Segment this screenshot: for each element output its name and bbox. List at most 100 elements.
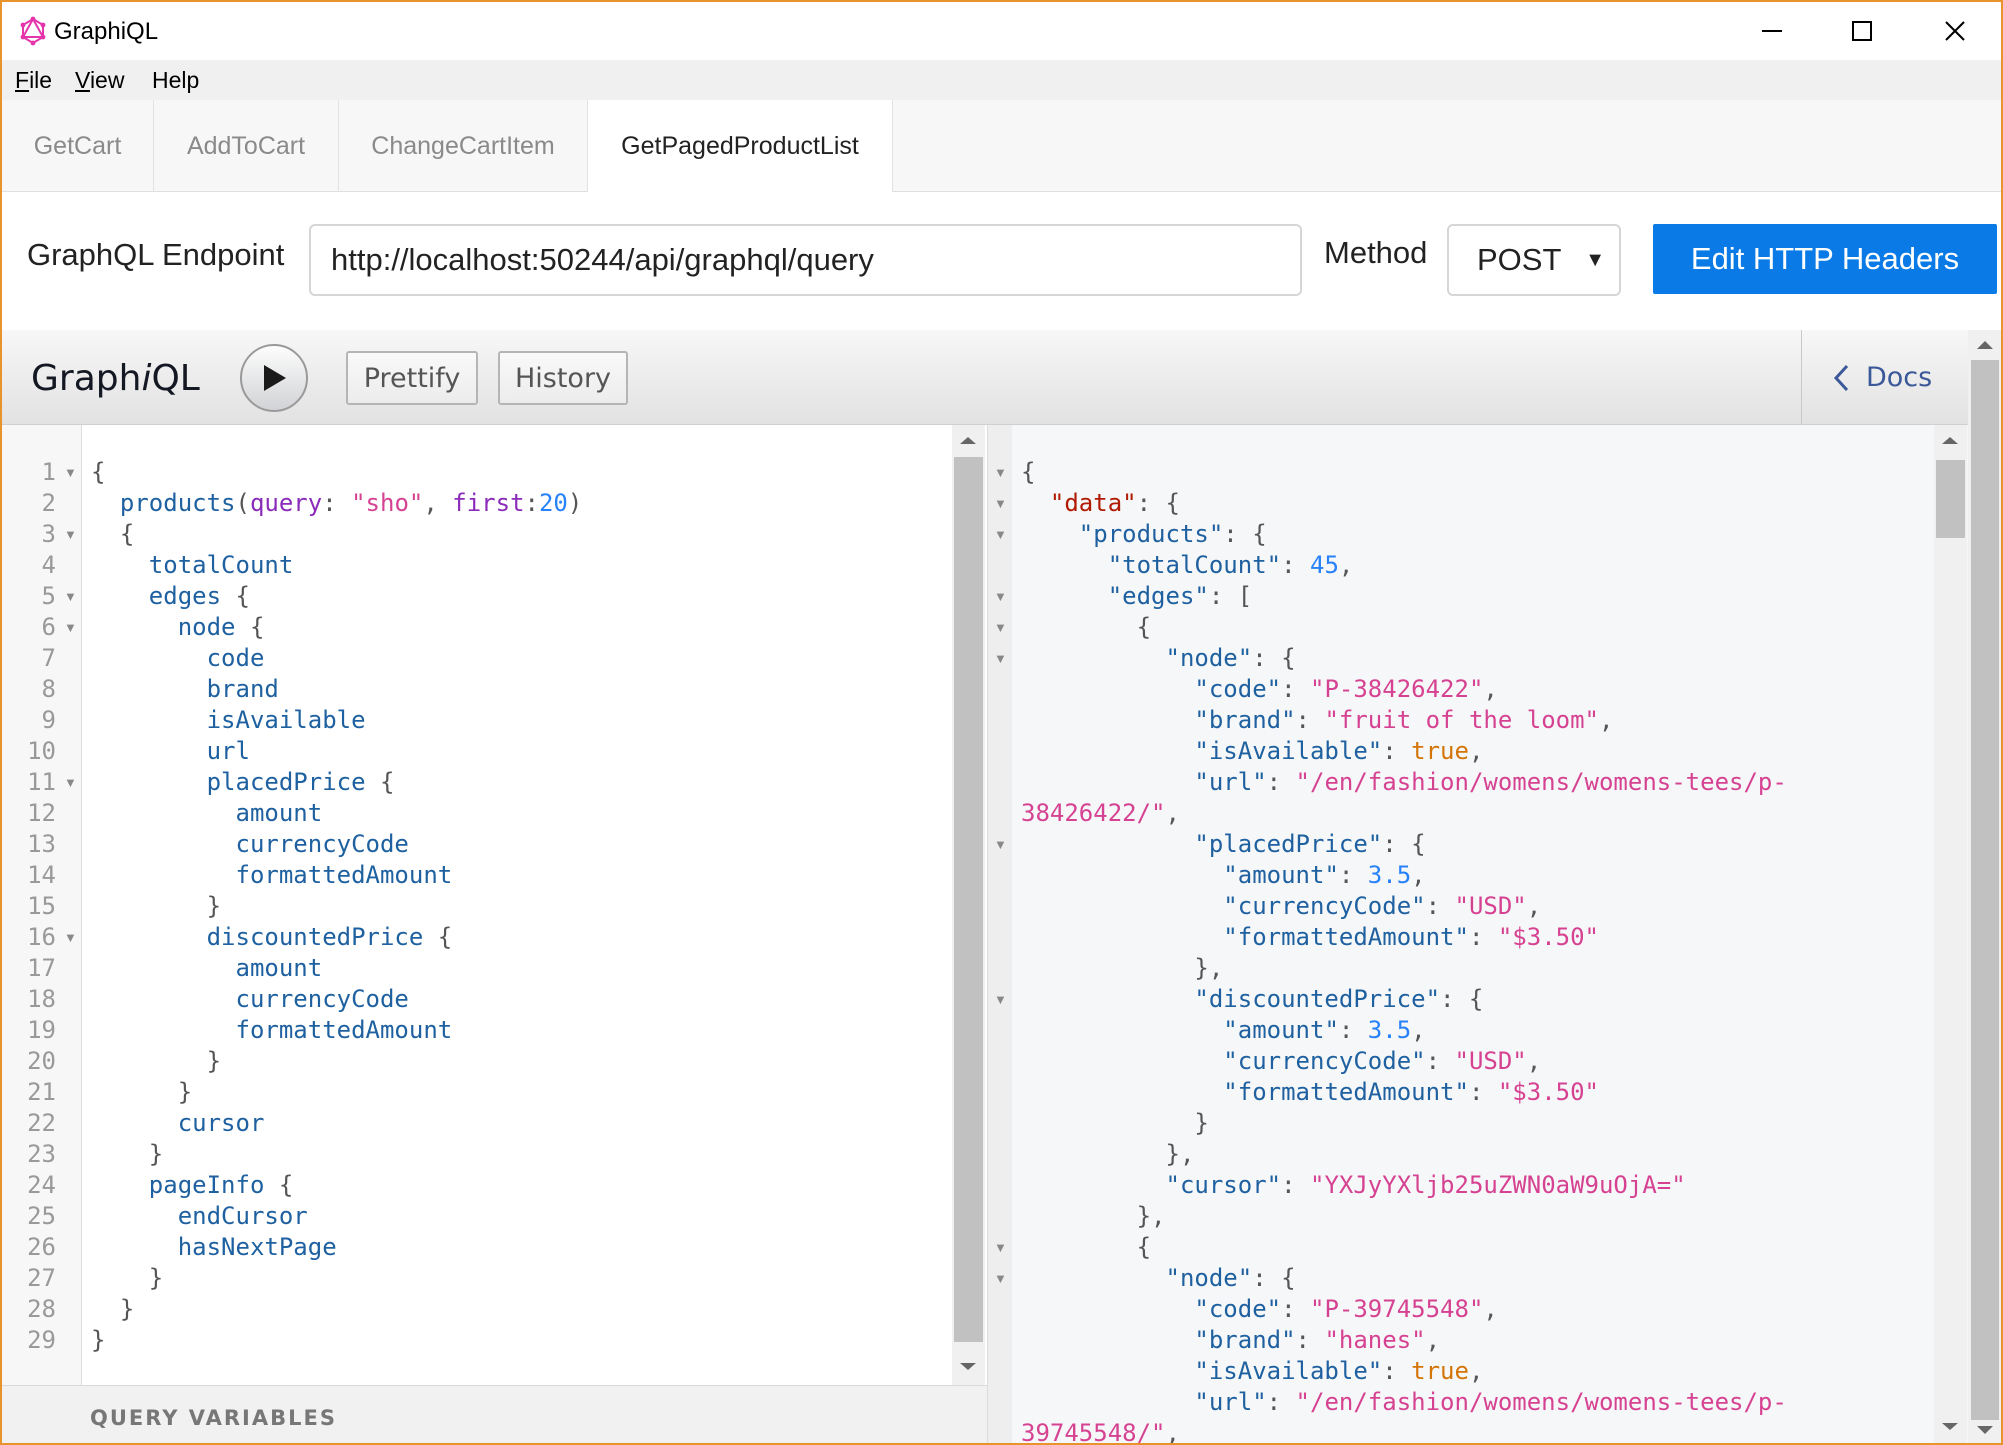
- result-line: "isAvailable": true,: [1194, 737, 1484, 765]
- result-line: "amount": 3.5,: [1223, 861, 1426, 889]
- minimize-icon: [1762, 30, 1782, 32]
- result-scrollbar[interactable]: [1934, 425, 1967, 1443]
- query-line: }: [91, 1326, 106, 1354]
- fold-arrow-icon[interactable]: ▼: [64, 767, 77, 798]
- line-number: 27: [27, 1264, 56, 1292]
- maximize-icon: [1852, 21, 1872, 41]
- line-number: 23: [27, 1140, 56, 1168]
- result-line: "formattedAmount": "$3.50": [1223, 1078, 1599, 1106]
- tab-get-paged-product-list[interactable]: GetPagedProductList: [588, 100, 893, 193]
- query-line: edges {: [91, 582, 250, 610]
- fold-arrow-icon[interactable]: ▼: [994, 643, 1007, 674]
- result-line: "totalCount": 45,: [1107, 551, 1354, 579]
- graphiql-logo: GraphiQL: [31, 358, 200, 399]
- tab-change-cart-item[interactable]: ChangeCartItem: [339, 100, 588, 192]
- scroll-up-icon[interactable]: [1934, 429, 1967, 453]
- result-scrollbar-thumb[interactable]: [1936, 460, 1965, 538]
- query-line: totalCount: [91, 551, 294, 579]
- fold-arrow-icon[interactable]: ▼: [994, 581, 1007, 612]
- result-line: "brand": "hanes",: [1194, 1326, 1441, 1354]
- result-line: "placedPrice": {: [1194, 830, 1426, 858]
- line-number: 17: [27, 954, 56, 982]
- fold-arrow-icon[interactable]: ▼: [994, 488, 1007, 519]
- query-line: amount: [91, 799, 323, 827]
- chevron-left-icon: [1833, 364, 1849, 391]
- page-scrollbar[interactable]: [1968, 330, 2002, 1443]
- query-line: discountedPrice {: [91, 923, 453, 951]
- query-line: isAvailable: [91, 706, 366, 734]
- scroll-down-icon[interactable]: [1968, 1418, 2002, 1442]
- history-button[interactable]: History: [498, 351, 628, 405]
- line-number-gutter: 1 2 3 4 5 6 7 8 9 10 11 12 13 14 15 16 17 18 19 20 21 22 23 24 2…: [2, 425, 82, 1385]
- query-line: }: [91, 1047, 222, 1075]
- maximize-button[interactable]: [1817, 2, 1907, 60]
- fold-arrow-icon[interactable]: ▼: [994, 1263, 1007, 1294]
- endpoint-input[interactable]: http://localhost:50244/api/graphql/query: [309, 224, 1302, 296]
- query-variables-label: QUERY VARIABLES: [90, 1406, 337, 1430]
- page-scrollbar-thumb[interactable]: [1971, 360, 1999, 1420]
- result-line: "code": "P-38426422",: [1194, 675, 1498, 703]
- result-line: "isAvailable": true,: [1194, 1357, 1484, 1385]
- method-value: POST: [1477, 242, 1562, 277]
- prettify-button[interactable]: Prettify: [346, 351, 478, 405]
- result-fold-gutter: ▼ ▼ ▼ ▼ ▼ ▼ ▼ ▼ ▼ ▼: [988, 425, 1012, 1443]
- line-number: 26: [27, 1233, 56, 1261]
- line-number: 10: [27, 737, 56, 765]
- menu-view[interactable]: View: [75, 67, 124, 94]
- fold-arrow-icon[interactable]: ▼: [64, 519, 77, 550]
- menu-file[interactable]: File: [15, 67, 52, 94]
- menu-help[interactable]: Help: [152, 67, 199, 94]
- fold-arrow-icon[interactable]: ▼: [64, 922, 77, 953]
- execute-query-button[interactable]: [240, 344, 308, 412]
- query-line: node {: [91, 613, 265, 641]
- result-line: "code": "P-39745548",: [1194, 1295, 1498, 1323]
- fold-arrow-icon[interactable]: ▼: [994, 829, 1007, 860]
- query-line: endCursor: [91, 1202, 308, 1230]
- line-number: 15: [27, 892, 56, 920]
- line-number: 9: [41, 706, 56, 734]
- line-number: 19: [27, 1016, 56, 1044]
- close-button[interactable]: [1910, 2, 2000, 60]
- scroll-up-icon[interactable]: [952, 429, 985, 453]
- fold-arrow-icon[interactable]: ▼: [994, 612, 1007, 643]
- line-number: 25: [27, 1202, 56, 1230]
- result-line: "brand": "fruit of the loom",: [1194, 706, 1614, 734]
- fold-arrow-icon[interactable]: ▼: [64, 457, 77, 488]
- edit-http-headers-button[interactable]: Edit HTTP Headers: [1653, 224, 1997, 294]
- result-line: },: [1021, 954, 1224, 982]
- fold-arrow-icon[interactable]: ▼: [994, 519, 1007, 550]
- result-line: "discountedPrice": {: [1194, 985, 1484, 1013]
- scroll-down-icon[interactable]: [1934, 1415, 1967, 1439]
- docs-button[interactable]: Docs: [1832, 330, 1932, 425]
- scroll-up-icon[interactable]: [1968, 334, 2002, 358]
- query-line: formattedAmount: [91, 861, 453, 889]
- query-variables-bar[interactable]: QUERY VARIABLES: [2, 1385, 987, 1443]
- line-number: 24: [27, 1171, 56, 1199]
- query-line: formattedAmount: [91, 1016, 453, 1044]
- fold-arrow-icon[interactable]: ▼: [994, 1232, 1007, 1263]
- result-line: "cursor": "YXJyYXljb25uZWN0aW9uOjA=": [1165, 1171, 1686, 1199]
- play-icon: [264, 365, 286, 391]
- result-line: {: [1021, 1233, 1152, 1261]
- method-select[interactable]: POST ▼: [1447, 224, 1621, 296]
- result-line: "url": "/en/fashion/womens/womens-tees/p…: [1194, 768, 1787, 796]
- minimize-button[interactable]: [1727, 2, 1817, 60]
- method-label: Method: [1324, 235, 1428, 270]
- tab-add-to-cart[interactable]: AddToCart: [154, 100, 339, 192]
- query-scrollbar[interactable]: [952, 425, 985, 1385]
- query-line: placedPrice {: [91, 768, 395, 796]
- menu-bar: File View Help: [2, 60, 2001, 100]
- scroll-down-icon[interactable]: [952, 1355, 985, 1379]
- tab-get-cart[interactable]: GetCart: [2, 100, 154, 192]
- fold-arrow-icon[interactable]: ▼: [64, 581, 77, 612]
- result-line: "formattedAmount": "$3.50": [1223, 923, 1599, 951]
- result-line: "amount": 3.5,: [1223, 1016, 1426, 1044]
- query-scrollbar-thumb[interactable]: [954, 457, 983, 1342]
- query-line: currencyCode: [91, 985, 409, 1013]
- fold-arrow-icon[interactable]: ▼: [994, 457, 1007, 488]
- query-editor[interactable]: 1 2 3 4 5 6 7 8 9 10 11 12 13 14 15 16 17 18 19 20 21 22 23 24 2…: [2, 425, 987, 1443]
- fold-arrow-icon[interactable]: ▼: [64, 612, 77, 643]
- result-line: "currencyCode": "USD",: [1223, 1047, 1542, 1075]
- fold-arrow-icon[interactable]: ▼: [994, 984, 1007, 1015]
- query-line: amount: [91, 954, 323, 982]
